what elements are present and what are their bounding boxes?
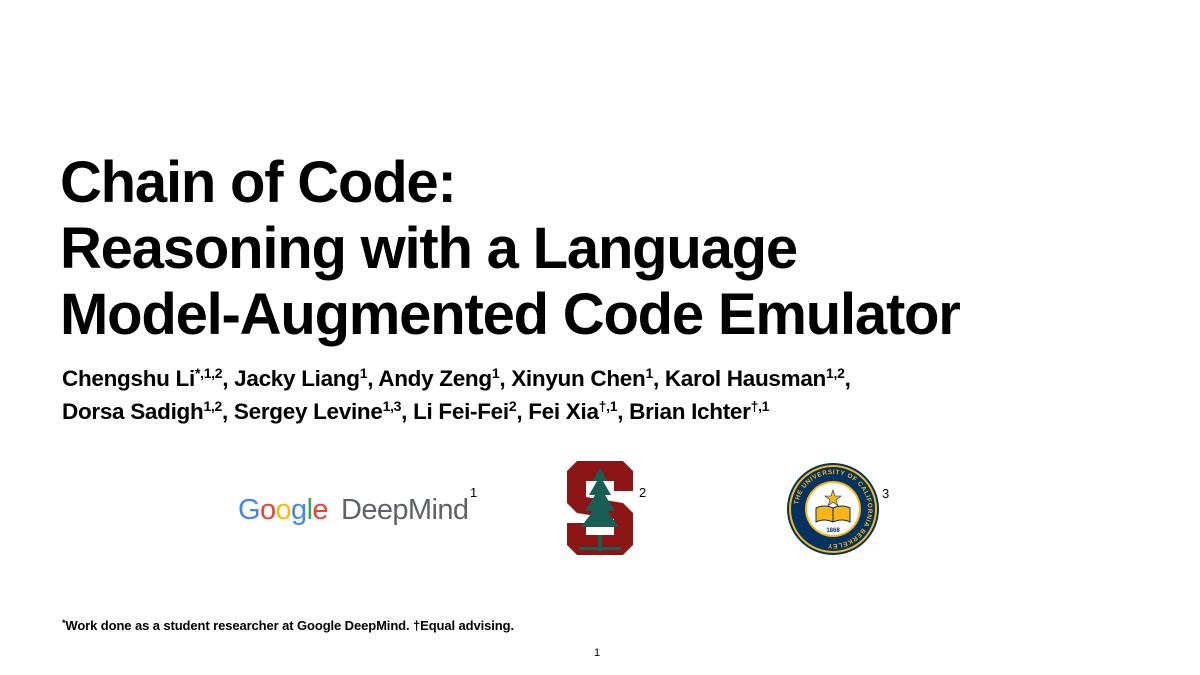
seal-year: 1868 — [826, 528, 840, 534]
author-xinyun-chen: Xinyun Chen1 — [511, 365, 653, 391]
google-deepmind-logo: Google DeepMind — [238, 490, 478, 530]
google-letter: g — [291, 494, 307, 526]
author-brian-ichter: Brian Ichter†,1 — [629, 398, 770, 424]
author-dorsa-sadigh: Dorsa Sadigh1,2 — [62, 398, 222, 424]
google-letter: G — [238, 494, 261, 526]
affiliation-2-label: 2 — [639, 485, 647, 500]
author-fei-xia: Fei Xia†,1 — [528, 398, 618, 424]
author-chengshu-li: Chengshu Li*,1,2 — [62, 365, 223, 391]
author-sergey-levine: Sergey Levine1,3 — [233, 398, 402, 424]
author-list: Chengshu Li*,1,2, Jacky Liang1, Andy Zen… — [62, 362, 1162, 428]
author-line-2: Dorsa Sadigh1,2, Sergey Levine1,3, Li Fe… — [62, 398, 770, 424]
author-andy-zeng: Andy Zeng1 — [378, 365, 500, 391]
author-li-fei-fei: Li Fei-Fei2 — [413, 398, 517, 424]
author-karol-hausman: Karol Hausman1,2 — [664, 365, 845, 391]
google-letter: e — [312, 494, 328, 526]
affiliation-3-label: 3 — [882, 486, 890, 501]
title-line-1: Chain of Code: — [60, 150, 457, 215]
page-number: 1 — [594, 647, 601, 659]
author-line-1: Chengshu Li*,1,2, Jacky Liang1, Andy Zen… — [62, 365, 851, 391]
google-letter: o — [259, 494, 276, 526]
paper-title: Chain of Code: Reasoning with a Language… — [60, 150, 1170, 348]
google-wordmark: Google — [238, 490, 329, 530]
footnote-text: Work done as a student researcher at Goo… — [65, 618, 515, 633]
deepmind-wordmark: DeepMind — [341, 494, 469, 526]
title-line-2: Reasoning with a Language — [60, 216, 798, 281]
title-line-3: Model-Augmented Code Emulator — [60, 282, 961, 347]
google-letter: o — [275, 494, 292, 526]
uc-berkeley-seal: THE UNIVERSITY OF CALIFORNIA BERKELEY 18… — [787, 463, 879, 555]
author-jacky-liang: Jacky Liang1 — [234, 365, 368, 391]
stanford-logo — [567, 461, 633, 555]
affiliation-1-label: 1 — [470, 485, 478, 500]
footnote: *Work done as a student researcher at Go… — [62, 618, 514, 633]
